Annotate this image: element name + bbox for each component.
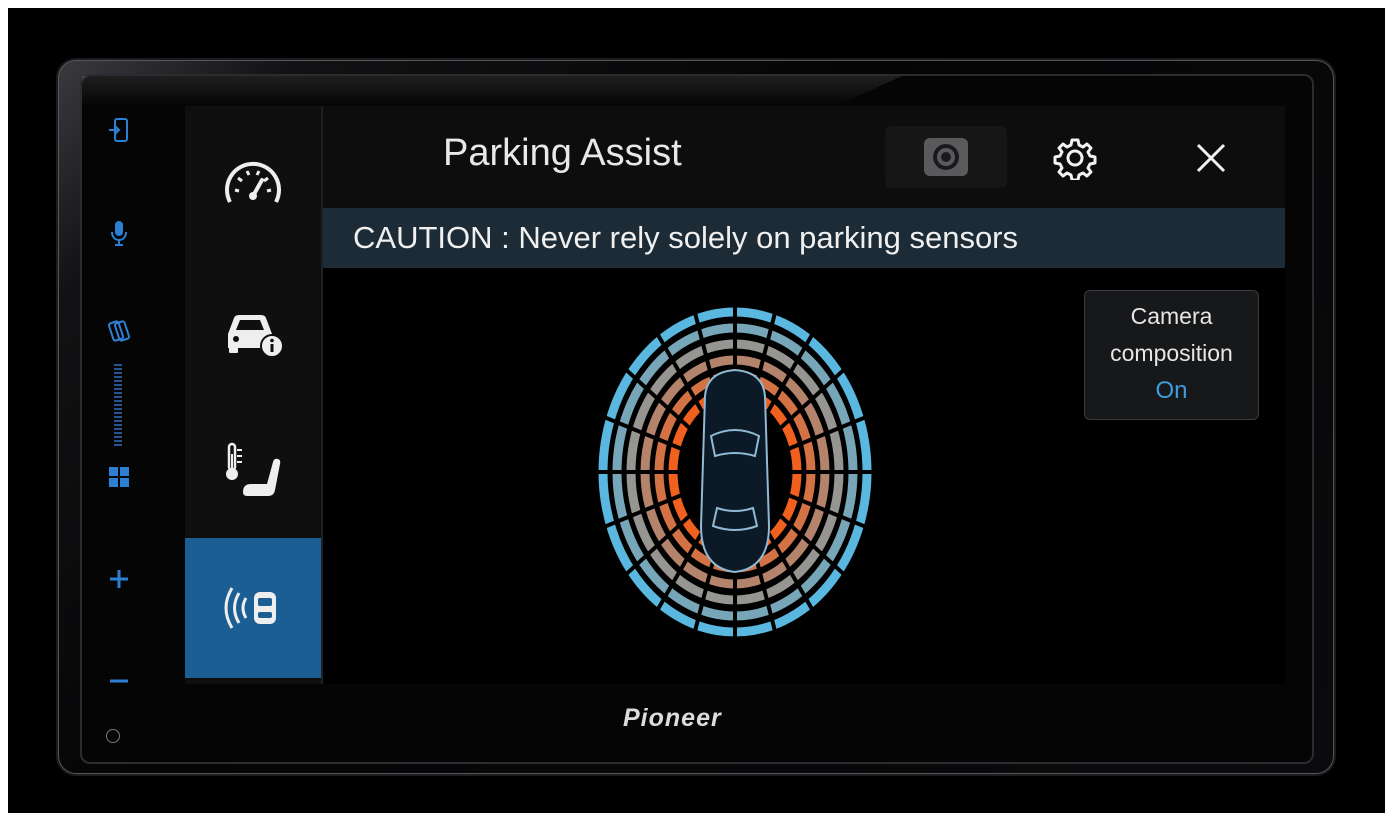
camera-composition-value: On [1155,377,1188,404]
sidebar-item-climate-seat[interactable] [185,400,321,540]
close-icon [1196,143,1226,173]
volume-level [114,364,122,446]
title-bar: Parking Assist [323,106,1285,208]
plus-icon[interactable] [106,566,132,592]
camera-composition-label-2: composition [1110,340,1233,366]
camera-icon [924,138,968,176]
sidebar-item-gauges[interactable] [185,114,321,254]
microphone-icon[interactable] [106,218,132,248]
car-top-view [699,368,771,574]
gear-icon [1053,138,1097,180]
page-title: Parking Assist [443,132,682,174]
source-icon[interactable] [106,116,132,144]
glass-reflection [82,76,902,106]
connection-icon[interactable] [106,316,132,346]
caution-banner: CAUTION : Never rely solely on parking s… [323,208,1285,268]
sidebar-item-parking-assist[interactable] [185,538,321,678]
indicator-led [106,729,120,743]
display-screen: Parking Assist CAUTION : Never rely sole… [185,106,1285,684]
close-button[interactable] [1181,130,1241,186]
speedometer-icon [225,161,281,203]
sidebar-item-vehicle-info[interactable] [185,262,321,402]
camera-view-button[interactable] [885,126,1007,188]
seat-temperature-icon [226,442,281,496]
sidebar [185,106,323,684]
parking-sensor-display [583,276,887,668]
settings-button[interactable] [1045,130,1105,186]
home-grid-icon[interactable] [106,464,132,490]
brand-logo: Pioneer [623,704,722,732]
minus-icon[interactable] [106,668,132,694]
camera-composition-button[interactable]: Camera composition On [1084,290,1259,420]
camera-composition-label: Camera [1130,303,1213,329]
parking-sensor-icon [224,587,276,629]
car-info-icon [228,315,284,356]
